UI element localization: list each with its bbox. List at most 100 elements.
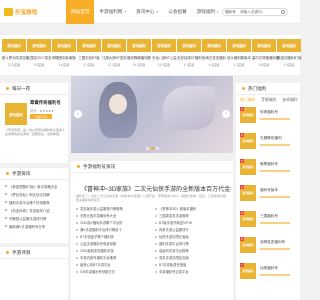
game-card[interactable]: 游戏福利 塞尔达神速福利服 8.8星级 [252, 39, 279, 67]
game-thumb[interactable]: 游戏福利 [227, 39, 251, 52]
news-link[interactable]: 三国类变态手游推荐 [155, 212, 233, 219]
news-link[interactable]: 仙侠手游无限元宝版 [155, 233, 233, 240]
game-name[interactable]: 航海王变态福利 [202, 55, 226, 60]
ranking-name[interactable]: 传奇福利号 [260, 110, 278, 115]
game-name[interactable]: 无双战将BT福利 [177, 55, 202, 60]
game-thumb[interactable]: 游戏福利 [277, 39, 301, 52]
game-thumb[interactable]: 游戏福利 [127, 39, 151, 52]
news-link[interactable]: BT版手游开局送VIP15 [155, 219, 233, 226]
game-card[interactable]: 游戏福利 三国志2017变态 8.8星级 [27, 39, 52, 67]
game-card[interactable]: 游戏福利 三国无双BT版 4.1星级 [77, 39, 101, 67]
news-link[interactable]: BT手游免费充值版 [155, 261, 233, 268]
news-link[interactable]: GM手游福利号领取方式 [76, 268, 154, 275]
game-thumb[interactable]: 游戏福利 [77, 39, 101, 52]
game-card[interactable]: 游戏福利 神雕侠侣私服版 4.6星级 [52, 39, 76, 67]
ranking-name[interactable]: 暗黑福利号 [260, 162, 278, 167]
game-card[interactable]: 游戏福利 攻沙福利服版本 4.1星级 [227, 39, 251, 67]
news-link[interactable]: 福利手游平台排行榜 [155, 240, 233, 247]
list-item[interactable]: 《梦幻诛仙》职业玩法详解 [0, 190, 68, 198]
news-link[interactable]: 满V手游福利平台排行榜前十 [76, 226, 154, 233]
game-thumb[interactable]: 游戏福利 [152, 39, 176, 52]
site-logo[interactable]: 乐宝游戏 [4, 7, 37, 16]
ranking-item[interactable]: 游戏福利 3 暗黑福利号 [240, 159, 298, 177]
game-card[interactable]: 游戏福利 天龙八部BT公益 14.5星级 [152, 39, 177, 67]
daily-game-title[interactable]: 翠霄传奇福利号 [30, 100, 61, 106]
game-name[interactable]: 新斗罗大陆变态版 [2, 55, 29, 60]
game-thumb[interactable]: 游戏福利 [2, 39, 26, 52]
game-card[interactable]: 游戏福利 新斗罗大陆变态版 12.5星级 [2, 39, 29, 67]
nav-item[interactable]: 网站首页 [66, 0, 95, 24]
news-link[interactable]: 高返利手游平台推荐 [155, 247, 233, 254]
game-card[interactable]: 游戏福利 傲剑降魔福利服 14.5星级 [127, 39, 151, 67]
game-card[interactable]: 游戏福利 无双战将BT福利 4.1星级 [177, 39, 202, 67]
hero-banner[interactable]: ‹ › [71, 76, 233, 153]
list-item[interactable]: 福利手游平台哪个好用推荐 [0, 198, 68, 206]
news-link[interactable]: 《冒神冲3D》新版本福利 [155, 205, 233, 212]
list-item[interactable]: 《奇迹觉醒BT版》新手攻略大全 [0, 182, 68, 190]
daily-download-button[interactable]: 立即下载 [30, 114, 52, 119]
game-name[interactable]: 塞尔达神速福利服 [252, 55, 279, 60]
ranking-name[interactable]: 三国福利号 [260, 214, 278, 219]
game-card[interactable]: 游戏福利 航海王变态福利 4.5星级 [202, 39, 226, 67]
game-name[interactable]: 西游记福利BT版 [277, 55, 302, 60]
list-item[interactable]: 不删档公益服手游排行榜 [0, 214, 68, 222]
game-thumb[interactable]: 游戏福利 [27, 39, 51, 52]
news-link[interactable]: 手游福利号交易平台 [155, 268, 233, 275]
recommend-panel: 手游评测 [0, 247, 68, 300]
game-name[interactable]: 三国无双BT版 [77, 55, 101, 60]
daily-game-thumb[interactable]: 游戏福利 [5, 103, 27, 125]
game-thumb[interactable]: 游戏福利 [102, 39, 126, 52]
ranking-item[interactable]: 游戏福利 1 传奇福利号 [240, 107, 298, 125]
ranking-item[interactable]: 游戏福利 5 三国福利号 [240, 211, 298, 229]
banner-dot[interactable] [156, 147, 159, 150]
ranking-tab[interactable]: 热门福利 [240, 98, 255, 103]
news-link[interactable]: 变态手游无限钻石版 [155, 254, 233, 261]
list-item[interactable]: 《热血传奇》变态版本介绍 [0, 206, 68, 214]
game-thumb[interactable]: 游戏福利 [52, 39, 76, 52]
search-input[interactable] [240, 10, 280, 14]
list-item[interactable]: 最新满V手游福利号分享 [0, 222, 68, 230]
nav-item[interactable]: 公会招募 [163, 0, 191, 24]
search-icon[interactable] [281, 10, 285, 14]
banner-next-icon[interactable]: › [222, 110, 230, 118]
news-link[interactable]: BT手游盒子哪个福利多 [76, 233, 154, 240]
banner-dot-active[interactable] [151, 147, 154, 150]
news-link[interactable]: 无限元宝手游福利号大全 [76, 212, 154, 219]
game-card[interactable]: 游戏福利 江湖大侠BT变态 12.5星级 [102, 39, 127, 67]
ranking-item[interactable]: 游戏福利 4 福利号版本 [240, 185, 298, 203]
game-thumb[interactable]: 游戏福利 [202, 39, 226, 52]
game-name[interactable]: 傲剑降魔福利服 [127, 55, 151, 60]
ranking-name[interactable]: 福利号版本 [260, 188, 278, 193]
news-headline[interactable]: 《冒神冲~3D家族》二次元仙侠手游的全新版本百万代金券！送999钻 [81, 184, 231, 193]
ranking-name[interactable]: 天魔降世福利 [260, 136, 282, 141]
game-card[interactable]: 游戏福利 西游记福利BT版 4.5星级 [277, 39, 302, 67]
news-link[interactable]: 2020最新变态福利手游 [76, 247, 154, 254]
ranking-tab[interactable]: 安卓福利 [282, 98, 297, 103]
game-name[interactable]: 神雕侠侣私服版 [52, 55, 76, 60]
news-link[interactable]: 2019高V福利手游哪个平台好 [76, 219, 154, 226]
nav-item[interactable]: 资讯中心 ▾ [131, 0, 163, 24]
nav-item[interactable]: 游戏福利 ▾ [192, 0, 224, 24]
game-thumb[interactable]: 游戏福利 [177, 39, 201, 52]
ranking-item[interactable]: 游戏福利 7 仙侠福利号 [240, 263, 298, 281]
banner-dot[interactable] [146, 147, 149, 150]
ranking-item[interactable]: 游戏福利 6 战神变态福利号 [240, 237, 298, 255]
ranking-name[interactable]: 战神变态福利号 [260, 240, 285, 245]
search-category-select[interactable]: 福利号 [225, 10, 240, 15]
game-thumb[interactable]: 游戏福利 [252, 39, 276, 52]
banner-prev-icon[interactable]: ‹ [74, 110, 82, 118]
news-link[interactable]: 变态版手游公益服排行榜推荐 [76, 205, 154, 212]
news-link[interactable]: 手游内部号福利平台推荐 [76, 254, 154, 261]
game-name[interactable]: 攻沙福利服版本 [227, 55, 251, 60]
game-name[interactable]: 天龙八部BT公益 [152, 55, 177, 60]
game-name[interactable]: 三国志2017变态 [27, 55, 52, 60]
news-link[interactable]: 传奇手游公益服排行 [155, 226, 233, 233]
news-link[interactable]: 公益手游福利号免费领取 [76, 240, 154, 247]
ranking-name[interactable]: 仙侠福利号 [260, 266, 278, 271]
nav-item[interactable]: 手游福利网 ▾ [94, 0, 131, 24]
ranking-tab[interactable]: 苹果福利 [261, 98, 276, 103]
bullet-icon [5, 217, 7, 219]
ranking-item[interactable]: 游戏福利 2 天魔降世福利 [240, 133, 298, 151]
news-link[interactable]: 最良心的BT手游平台 [76, 261, 154, 268]
game-name[interactable]: 江湖大侠BT变态 [102, 55, 127, 60]
